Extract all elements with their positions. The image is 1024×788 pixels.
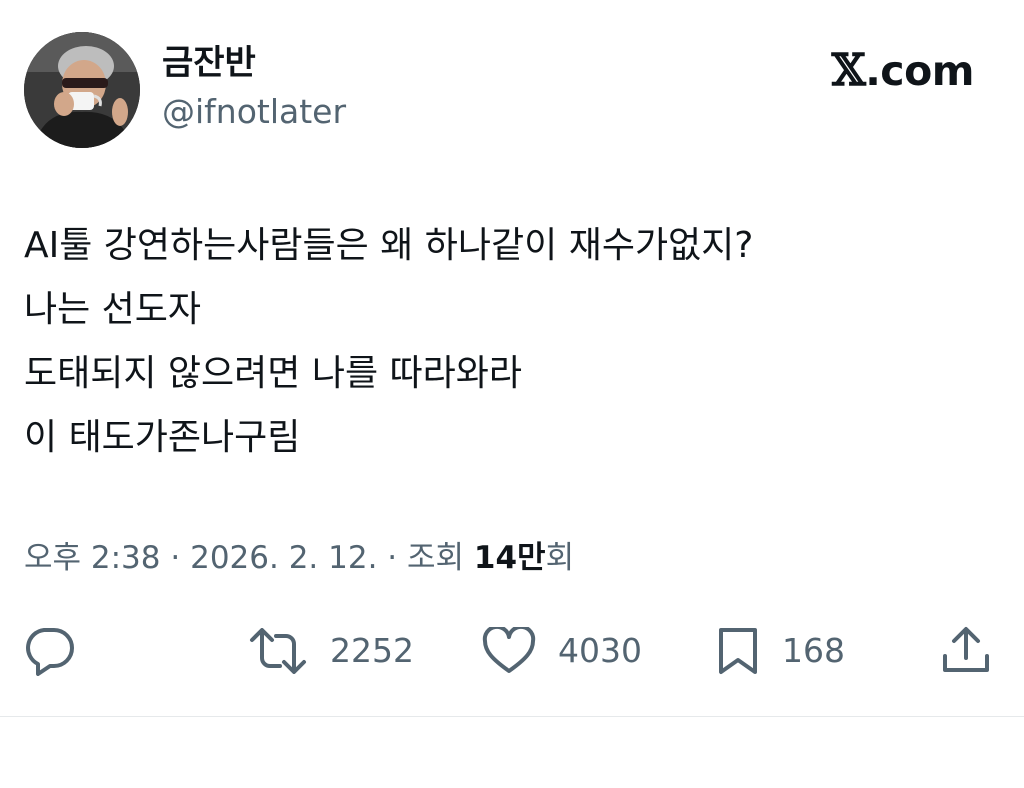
reply-icon [26,628,74,676]
next-section-heading [24,758,284,788]
bookmark-button[interactable]: 168 [716,616,845,686]
views-count: 14만 [473,540,546,576]
avatar-photo-icon [24,32,140,148]
retweet-icon [250,628,306,674]
tweet-line: 나는 선도자 [24,289,202,330]
user-names: 금잔반 @ifnotlater [162,40,346,134]
brand-text: .com [865,47,974,95]
divider [0,716,1024,717]
share-button[interactable] [940,616,992,686]
tweet-text: AI툴 강연하는사람들은 왜 하나같이 재수가없지? 나는 선도자 도태되지 않… [24,214,984,470]
avatar[interactable] [24,32,140,148]
user-handle[interactable]: @ifnotlater [162,90,346,134]
views-suffix: 회 [545,540,575,576]
like-button[interactable]: 4030 [482,616,642,686]
tweet-time[interactable]: 오후 2:38 [24,540,161,576]
tweet-meta: 오후 2:38 · 2026. 2. 12. · 조회 14만회 [24,536,574,580]
action-bar: 2252 4030 168 [0,616,1024,686]
bookmark-icon [719,628,757,674]
views-label: 조회 [407,540,465,576]
bookmark-count: 168 [782,631,845,670]
tweet-date[interactable]: 2026. 2. 12. [190,540,377,576]
display-name[interactable]: 금잔반 [162,40,346,86]
tweet-line: 이 태도가존나구림 [24,417,301,458]
tweet-line: AI툴 강연하는사람들은 왜 하나같이 재수가없지? [24,225,754,266]
like-count: 4030 [558,631,642,670]
meta-separator: · [170,540,181,576]
retweet-count: 2252 [330,631,414,670]
tweet-line: 도태되지 않으려면 나를 따라와라 [24,353,523,394]
retweet-button[interactable]: 2252 [248,616,414,686]
meta-separator: · [387,540,398,576]
x-com-logo: 𝕏.com [831,45,975,96]
heart-icon [482,627,536,673]
reply-button[interactable] [22,616,76,686]
tweet-header: 금잔반 @ifnotlater 𝕏.com [24,32,984,150]
share-icon [943,627,989,672]
x-logo-icon: 𝕏 [831,45,866,96]
